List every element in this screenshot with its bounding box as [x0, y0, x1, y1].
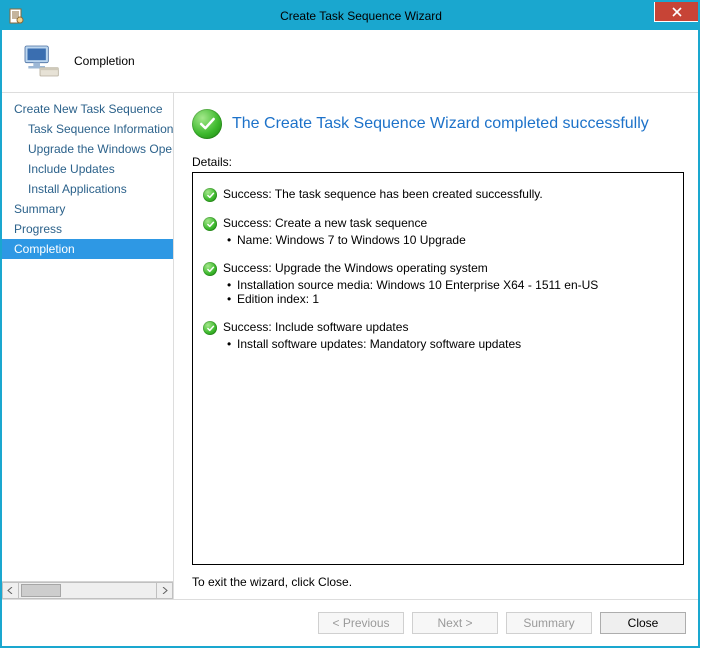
status-subline: Edition index: 1	[203, 292, 673, 306]
status-line: Success: Include software updates	[203, 320, 673, 335]
details-box: Success: The task sequence has been crea…	[192, 172, 684, 565]
nav-item[interactable]: Create New Task Sequence	[2, 99, 173, 119]
scroll-thumb[interactable]	[21, 584, 61, 597]
next-button: Next >	[412, 612, 498, 634]
nav-item-label: Upgrade the Windows Operating System	[28, 142, 173, 156]
status-subline: Installation source media: Windows 10 En…	[203, 278, 673, 292]
status-group: Success: Create a new task sequence Name:…	[203, 216, 673, 247]
app-icon	[8, 8, 24, 24]
nav-item-label: Progress	[14, 222, 62, 236]
sidebar-hscrollbar[interactable]	[2, 581, 173, 599]
titlebar[interactable]: Create Task Sequence Wizard	[2, 2, 698, 30]
main-panel: The Create Task Sequence Wizard complete…	[174, 93, 698, 599]
nav-item-label: Create New Task Sequence	[14, 102, 163, 116]
success-check-icon	[203, 262, 217, 276]
window-close-button[interactable]	[654, 2, 698, 22]
nav-item[interactable]: Include Updates	[2, 159, 173, 179]
success-check-icon	[203, 217, 217, 231]
success-check-icon	[192, 109, 222, 139]
summary-button: Summary	[506, 612, 592, 634]
status-text: Success: Upgrade the Windows operating s…	[223, 261, 488, 275]
sidebar: Create New Task Sequence Task Sequence In…	[2, 93, 174, 599]
window-title: Create Task Sequence Wizard	[24, 9, 698, 23]
nav-item[interactable]: Progress	[2, 219, 173, 239]
scroll-left-button[interactable]	[2, 582, 19, 599]
nav-item[interactable]: Completion	[2, 239, 173, 259]
computer-icon	[20, 41, 60, 81]
nav-item[interactable]: Upgrade the Windows Operating System	[2, 139, 173, 159]
details-label: Details:	[192, 155, 684, 169]
status-subline: Name: Windows 7 to Windows 10 Upgrade	[203, 233, 673, 247]
status-line: Success: Upgrade the Windows operating s…	[203, 261, 673, 276]
status-text: Success: Include software updates	[223, 320, 408, 334]
nav-item[interactable]: Install Applications	[2, 179, 173, 199]
scroll-track[interactable]	[19, 582, 156, 599]
nav-item[interactable]: Task Sequence Information	[2, 119, 173, 139]
success-check-icon	[203, 321, 217, 335]
status-text: Success: Create a new task sequence	[223, 216, 427, 230]
status-line: Success: The task sequence has been crea…	[203, 187, 673, 202]
status-group: Success: Upgrade the Windows operating s…	[203, 261, 673, 306]
nav-item[interactable]: Summary	[2, 199, 173, 219]
success-heading: The Create Task Sequence Wizard complete…	[192, 109, 684, 139]
exit-hint: To exit the wizard, click Close.	[192, 575, 684, 589]
nav-item-label: Task Sequence Information	[28, 122, 173, 136]
nav-list: Create New Task Sequence Task Sequence In…	[2, 93, 173, 581]
scroll-right-button[interactable]	[156, 582, 173, 599]
close-button[interactable]: Close	[600, 612, 686, 634]
nav-item-label: Summary	[14, 202, 65, 216]
success-heading-text: The Create Task Sequence Wizard complete…	[232, 115, 649, 133]
page-title: Completion	[74, 54, 135, 68]
header-strip: Completion	[2, 30, 698, 93]
status-text: Success: The task sequence has been crea…	[223, 187, 543, 201]
status-subline: Install software updates: Mandatory soft…	[203, 337, 673, 351]
success-check-icon	[203, 188, 217, 202]
wizard-window: Create Task Sequence Wizard Completion C…	[0, 0, 700, 648]
footer: < Previous Next > Summary Close	[2, 599, 698, 646]
status-group: Success: The task sequence has been crea…	[203, 187, 673, 202]
previous-button: < Previous	[318, 612, 404, 634]
nav-item-label: Completion	[14, 242, 75, 256]
status-line: Success: Create a new task sequence	[203, 216, 673, 231]
nav-item-label: Include Updates	[28, 162, 115, 176]
nav-item-label: Install Applications	[28, 182, 127, 196]
status-group: Success: Include software updates Install…	[203, 320, 673, 351]
